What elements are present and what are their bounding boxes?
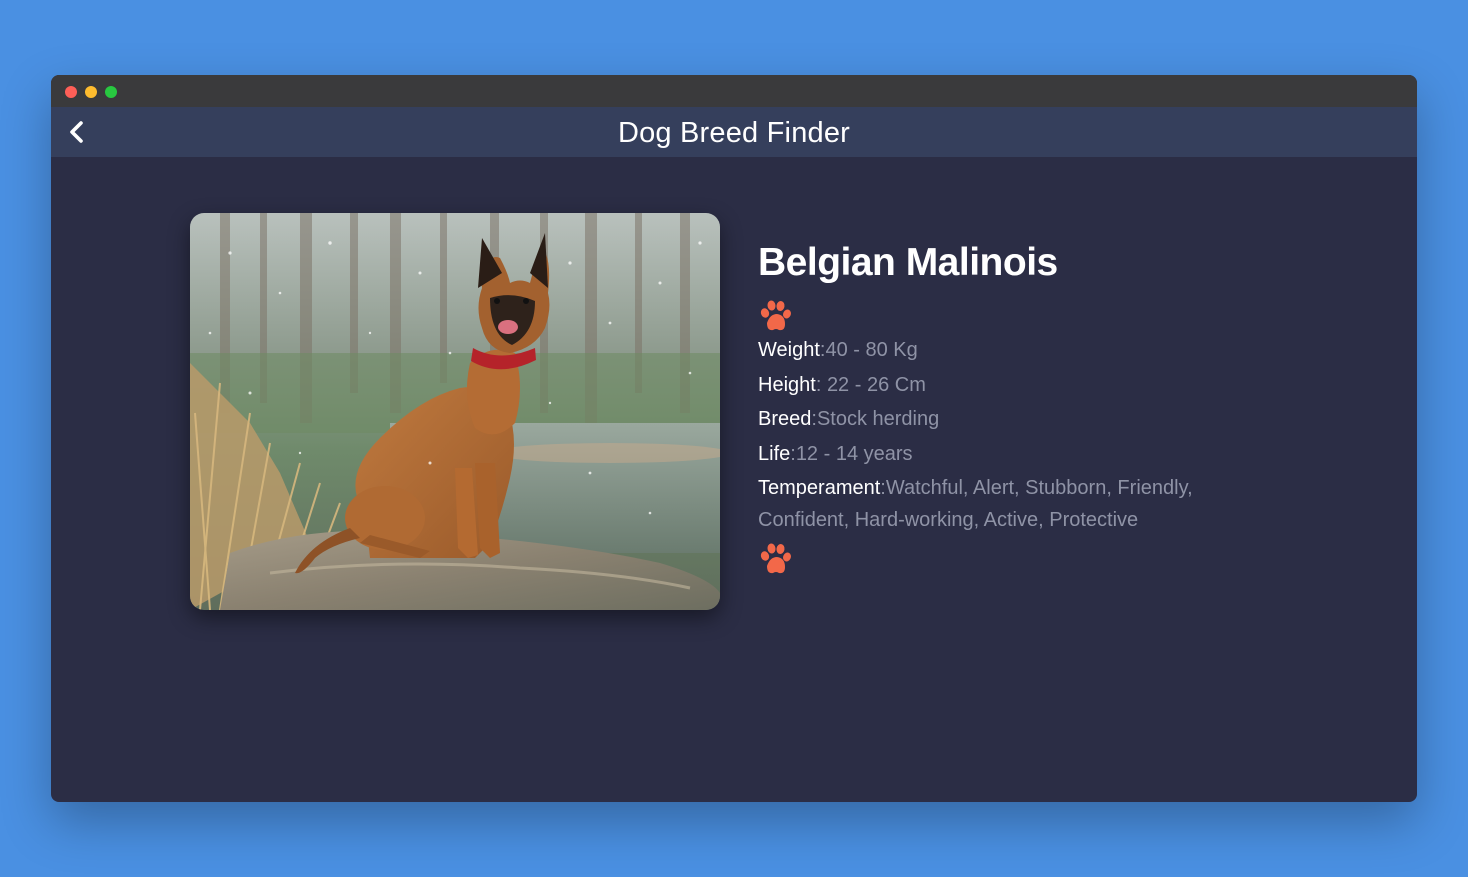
attr-life: Life:12 - 14 years (758, 442, 913, 465)
paw-icon (760, 300, 791, 331)
attr-breed: Breed:Stock herding (758, 408, 940, 430)
breed-photo (190, 213, 720, 610)
page-title: Dog Breed Finder (617, 117, 851, 149)
dog-photo (190, 213, 720, 610)
app-bar: Dog Breed Finder (51, 107, 1417, 157)
close-window-button[interactable] (65, 86, 77, 98)
breed-details: Belgian Malinois Weight:40 - 80 Kg Heigh… (758, 235, 1278, 576)
paw-icon (760, 543, 791, 574)
attr-weight: Weight:40 - 80 Kg (758, 339, 918, 361)
maximize-window-button[interactable] (105, 86, 117, 98)
window-titlebar (51, 75, 1417, 107)
minimize-window-button[interactable] (85, 86, 97, 98)
breed-name: Belgian Malinois (758, 241, 1058, 284)
attr-temperament: Temperament:Watchful, Alert, Stubborn, F… (758, 477, 1193, 531)
app-window: Dog Breed Finder Belgian Malinois Weight… (51, 75, 1417, 802)
attr-height: Height: 22 - 26 Cm (758, 373, 926, 396)
